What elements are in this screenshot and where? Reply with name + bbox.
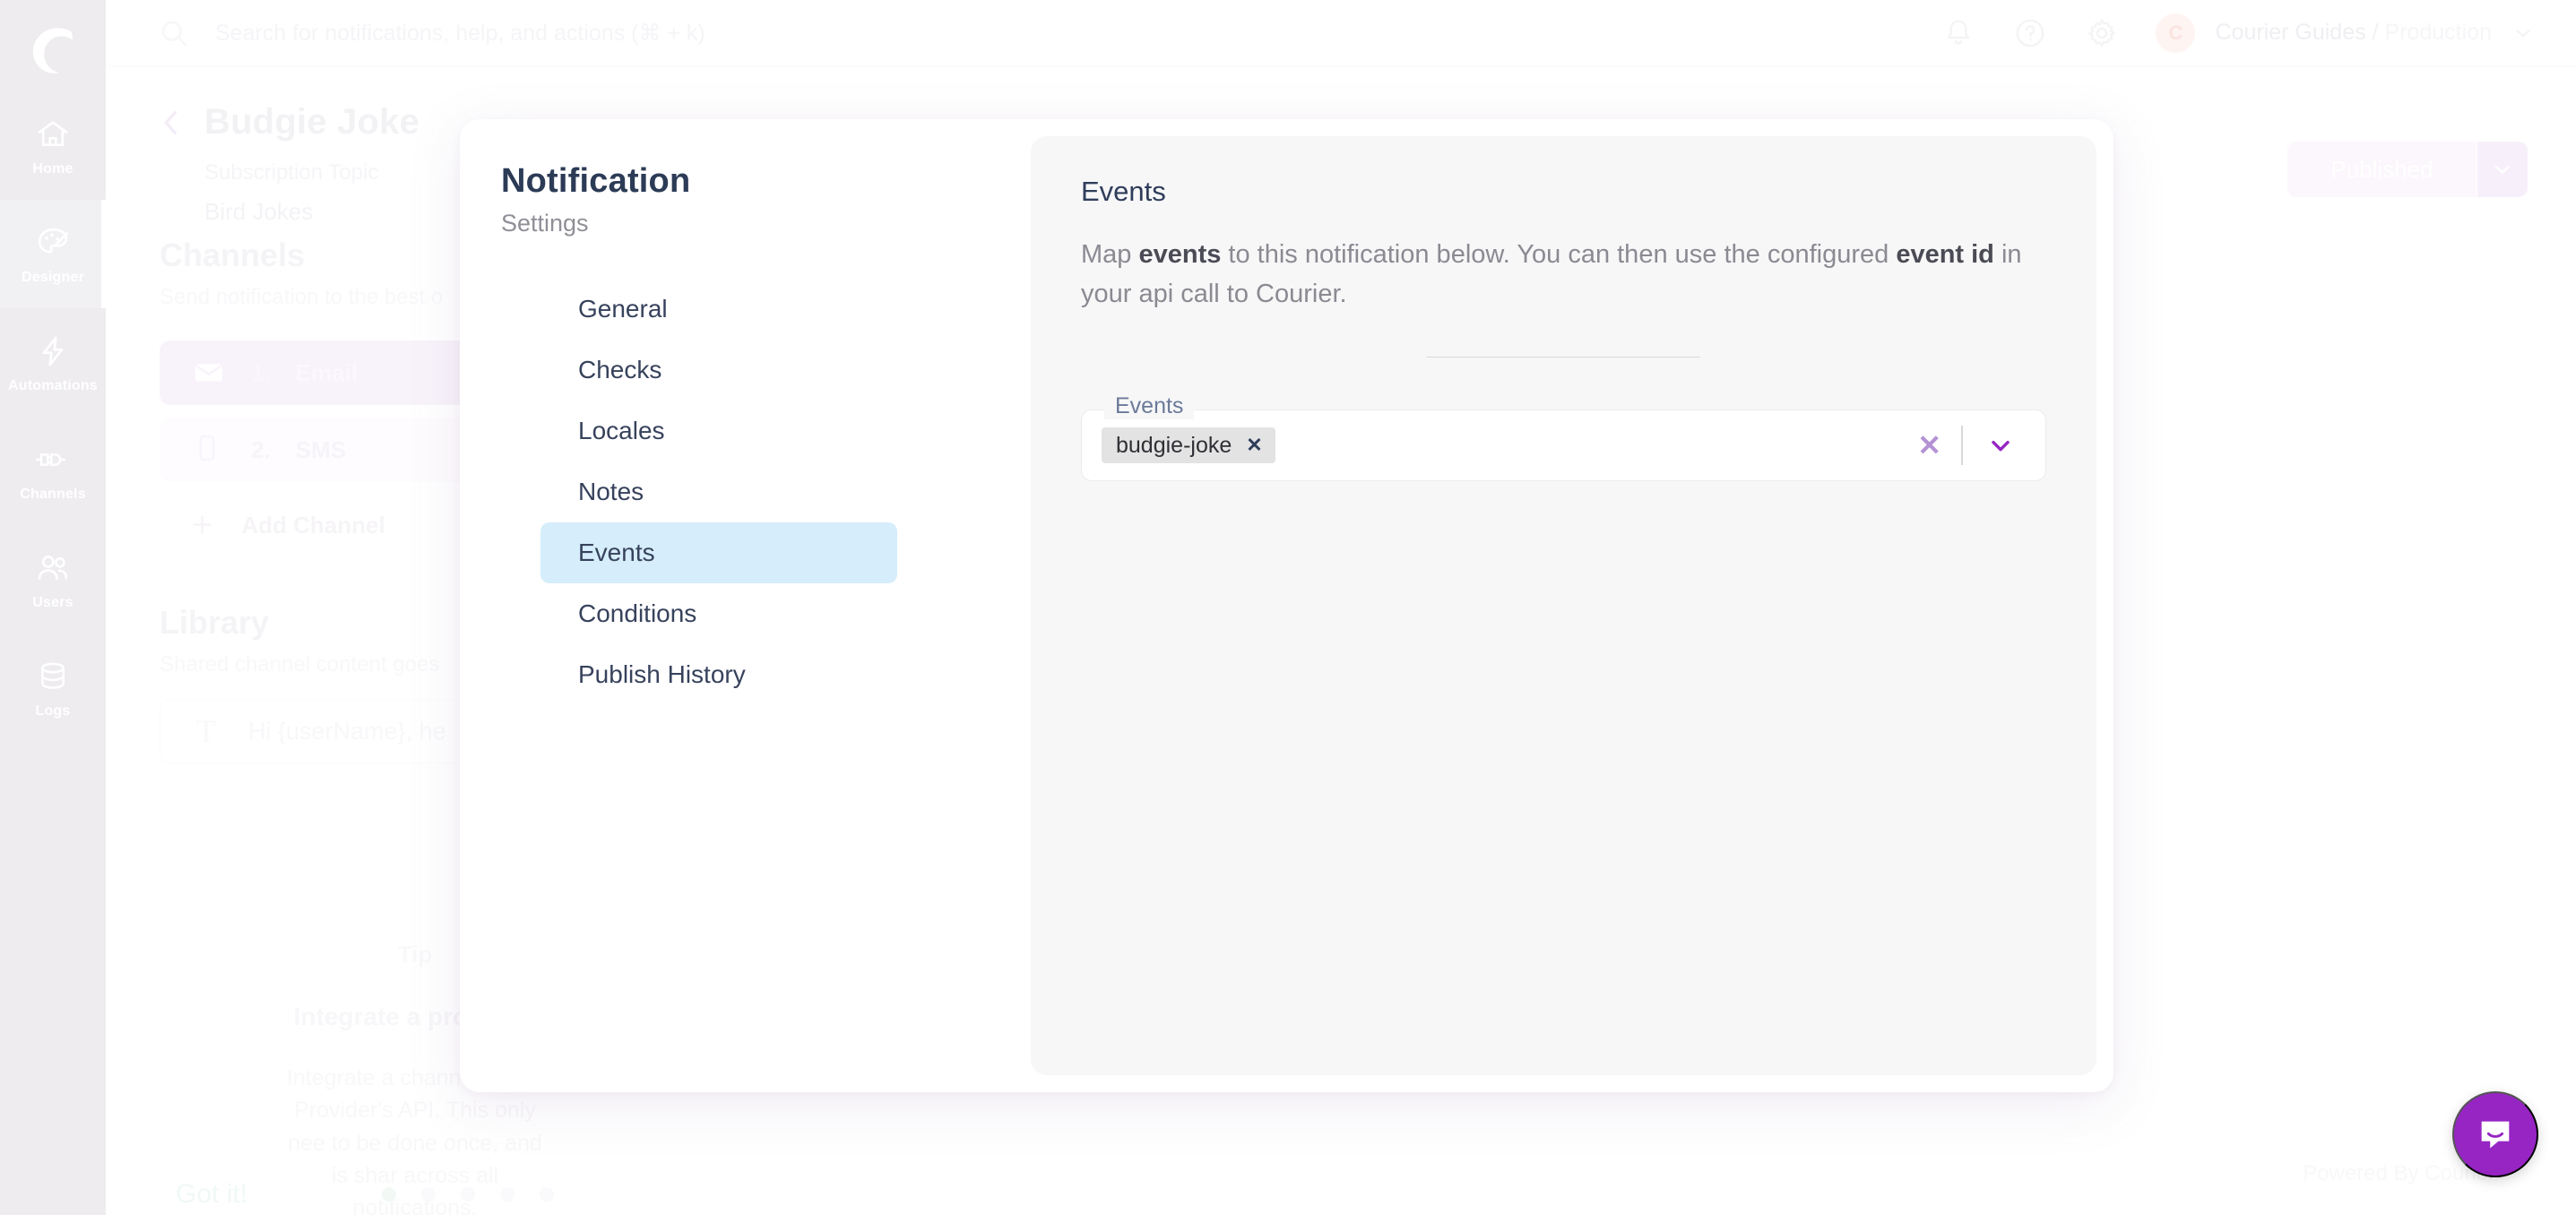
modal-title: Notification [501,162,691,200]
desc-part-2: to this notification below. You can then… [1221,240,1897,269]
events-panel-description: Map events to this notification below. Y… [1081,235,2046,314]
modal-subtitle: Settings [501,210,589,237]
modal-nav-item-notes[interactable]: Notes [540,461,897,522]
chevron-down-icon[interactable] [1963,431,2038,460]
clear-x-icon[interactable]: ✕ [1897,428,1961,462]
events-field-actions: ✕ [1897,426,2038,466]
desc-bold-events: events [1138,240,1222,269]
events-multiselect[interactable]: budgie-joke ✕ ✕ [1081,409,2046,482]
modal-nav-item-locales[interactable]: Locales [540,401,897,461]
close-icon[interactable]: ✕ [1246,434,1262,457]
modal-nav-item-general[interactable]: General [540,279,897,340]
event-chip-label: budgie-joke [1116,432,1232,458]
intercom-chat-button[interactable] [2452,1091,2538,1177]
app-root: Home Designer Automations [0,0,2576,1215]
desc-bold-event-id: event id [1896,240,1994,269]
section-divider [1427,357,1700,358]
notification-settings-modal: Notification Settings General Checks Loc… [460,119,2114,1092]
event-chip[interactable]: budgie-joke ✕ [1102,427,1275,464]
desc-part-1: Map [1081,240,1139,269]
modal-nav-item-checks[interactable]: Checks [540,340,897,401]
modal-nav: General Checks Locales Notes Events Cond… [501,279,1031,705]
events-panel: Events Map events to this notification b… [1031,136,2096,1075]
events-field: Events budgie-joke ✕ ✕ [1081,393,2046,482]
modal-nav-item-publish-history[interactable]: Publish History [540,644,897,705]
modal-nav-item-conditions[interactable]: Conditions [540,583,897,644]
events-panel-title: Events [1081,176,1166,207]
events-field-legend: Events [1104,393,1195,420]
modal-sidebar: Notification Settings General Checks Loc… [460,119,1031,1092]
modal-nav-item-events[interactable]: Events [540,522,897,583]
